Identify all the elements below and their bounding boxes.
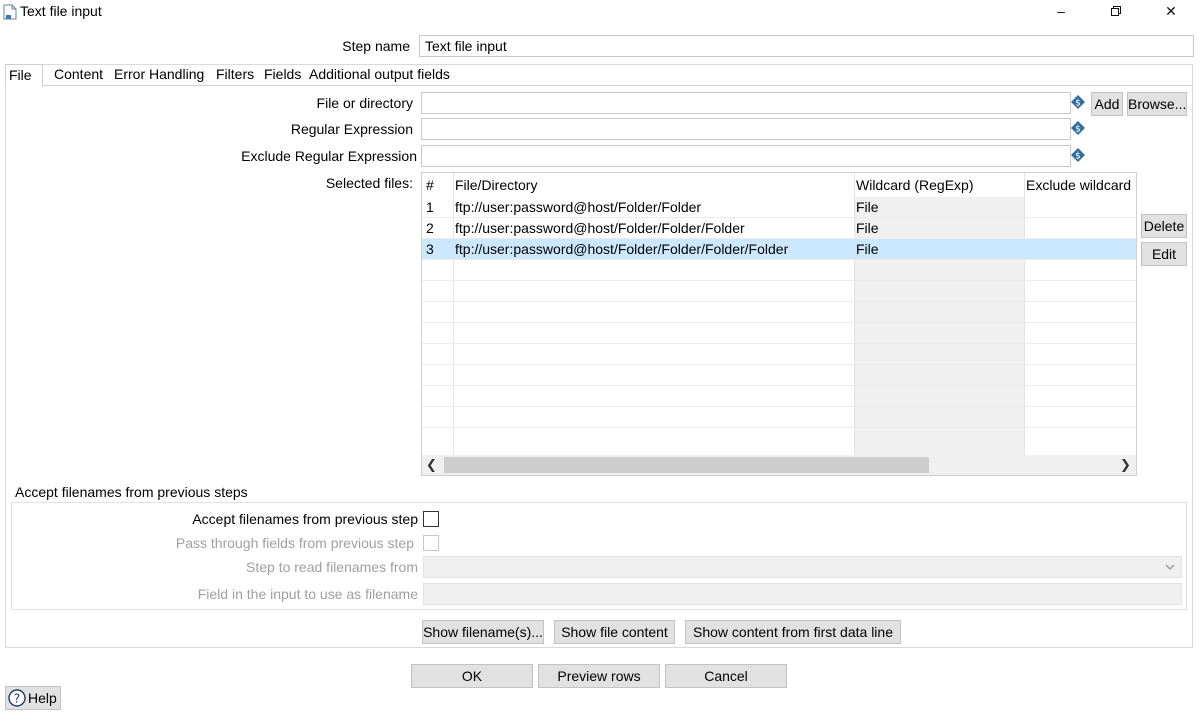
tab-error-handling[interactable]: Error Handling [111, 64, 207, 86]
empty-row [422, 365, 1136, 386]
preview-rows-button[interactable]: Preview rows [538, 664, 660, 688]
selected-files-table[interactable]: # File/Directory Wildcard (RegExp) Exclu… [421, 172, 1137, 476]
tab-additional-output-fields[interactable]: Additional output fields [306, 64, 453, 86]
svg-text:$: $ [1075, 125, 1081, 135]
step-name-label: Step name [342, 38, 410, 54]
field-input-label: Field in the input to use as filename [197, 586, 418, 602]
help-label: Help [28, 690, 57, 706]
table-row-selected[interactable]: 3 ftp://user:password@host/Folder/Folder… [422, 239, 1136, 260]
accept-group-title: Accept filenames from previous steps [15, 484, 248, 500]
pass-through-checkbox[interactable] [423, 535, 439, 551]
step-name-input[interactable]: Text file input [419, 35, 1194, 57]
help-button[interactable]: ? Help [5, 686, 61, 710]
svg-text:$: $ [1075, 152, 1081, 162]
table-body: 1 ftp://user:password@host/Folder/Folder… [422, 197, 1136, 428]
horizontal-scrollbar[interactable]: ❮ ❯ [422, 455, 1136, 475]
variable-icon[interactable]: $ [1071, 95, 1085, 109]
close-icon[interactable]: ✕ [1148, 0, 1194, 22]
row-path: ftp://user:password@host/Folder/Folder/F… [455, 220, 745, 236]
add-button[interactable]: Add [1091, 92, 1123, 116]
column-header-file-directory[interactable]: File/Directory [455, 177, 537, 193]
variable-icon[interactable]: $ [1071, 121, 1085, 135]
empty-row [422, 302, 1136, 323]
variable-icon[interactable]: $ [1071, 148, 1085, 162]
svg-text:$: $ [1075, 99, 1081, 109]
selected-files-label: Selected files: [325, 175, 413, 191]
show-filenames-button[interactable]: Show filename(s)... [422, 620, 544, 644]
row-path: ftp://user:password@host/Folder/Folder/F… [455, 241, 789, 257]
help-icon: ? [8, 689, 26, 707]
row-number: 2 [426, 220, 434, 236]
tab-file[interactable]: File [5, 64, 43, 87]
scroll-left-icon[interactable]: ❮ [426, 456, 440, 474]
empty-row [422, 281, 1136, 302]
tab-content[interactable]: Content [51, 64, 106, 86]
window-title: Text file input [20, 3, 102, 19]
dropdown-icon[interactable] [1165, 563, 1175, 571]
file-or-directory-label: File or directory [316, 95, 413, 111]
edit-button[interactable]: Edit [1141, 242, 1187, 266]
row-wildcard: File [856, 199, 879, 215]
show-content-first-line-button[interactable]: Show content from first data line [685, 620, 901, 644]
accept-filenames-label: Accept filenames from previous step [192, 511, 418, 527]
empty-row [422, 260, 1136, 281]
empty-row [422, 323, 1136, 344]
row-wildcard: File [856, 220, 879, 236]
file-or-directory-input[interactable] [421, 92, 1071, 114]
file-icon [3, 4, 17, 20]
empty-row [422, 386, 1136, 407]
ok-button[interactable]: OK [411, 664, 533, 688]
row-number: 3 [426, 241, 434, 257]
table-row[interactable]: 2 ftp://user:password@host/Folder/Folder… [422, 218, 1136, 239]
scroll-right-icon[interactable]: ❯ [1120, 456, 1134, 474]
tab-fields[interactable]: Fields [261, 64, 304, 86]
browse-button[interactable]: Browse... [1127, 92, 1187, 116]
cancel-button[interactable]: Cancel [665, 664, 787, 688]
exclude-regex-input[interactable] [421, 145, 1071, 167]
column-header-num[interactable]: # [426, 177, 434, 193]
pass-through-label: Pass through fields from previous step [175, 535, 414, 551]
row-wildcard: File [856, 241, 879, 257]
accept-filenames-checkbox[interactable] [423, 511, 439, 527]
delete-button[interactable]: Delete [1141, 214, 1187, 238]
svg-text:?: ? [14, 692, 20, 706]
row-number: 1 [426, 199, 434, 215]
table-row[interactable]: 1 ftp://user:password@host/Folder/Folder… [422, 197, 1136, 218]
field-input[interactable] [423, 583, 1182, 605]
step-to-read-label: Step to read filenames from [246, 559, 418, 575]
row-path: ftp://user:password@host/Folder/Folder [455, 199, 702, 215]
regex-input[interactable] [421, 118, 1071, 140]
show-file-content-button[interactable]: Show file content [554, 620, 675, 644]
tab-filters[interactable]: Filters [213, 64, 257, 86]
empty-row [422, 407, 1136, 428]
column-header-exclude-wildcard[interactable]: Exclude wildcard [1026, 177, 1131, 193]
restore-icon[interactable] [1093, 0, 1139, 22]
scrollbar-thumb[interactable] [444, 457, 929, 473]
minimize-icon[interactable]: – [1038, 0, 1084, 22]
regex-label: Regular Expression [290, 121, 413, 137]
step-to-read-select[interactable] [423, 556, 1182, 578]
column-header-wildcard[interactable]: Wildcard (RegExp) [856, 177, 973, 193]
empty-row [422, 344, 1136, 365]
exclude-regex-label: Exclude Regular Expression [241, 148, 417, 164]
